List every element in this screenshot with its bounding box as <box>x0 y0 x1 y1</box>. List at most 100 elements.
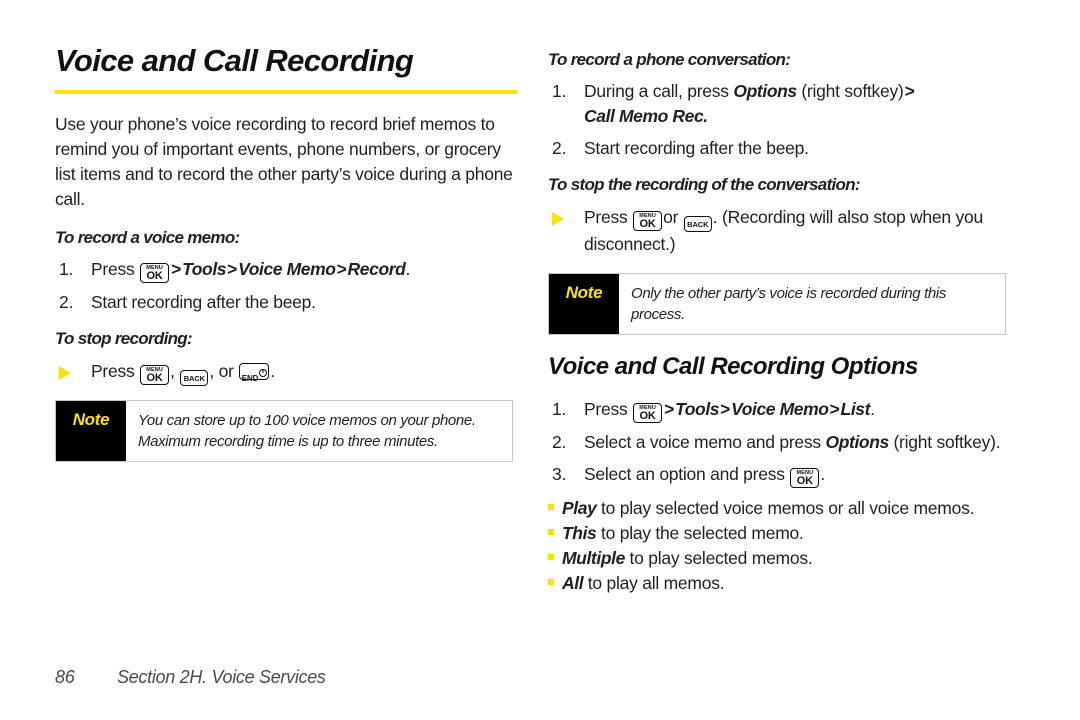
option-description: to play all memos. <box>587 572 725 593</box>
option-bullets-level-3: This to play the selected memo. Multiple… <box>548 521 1018 595</box>
back-key-label: BACK <box>183 373 205 383</box>
step-text-b: (right softkey). <box>893 431 1001 452</box>
step-number: 3. <box>552 463 567 484</box>
list-item: 1. Press MENU OK >Tools>Voice Memo>Record. <box>55 257 525 284</box>
square-bullet-icon <box>548 578 554 585</box>
menu-ok-key-main-label: OK <box>146 270 163 283</box>
note-text: Only the other party’s voice is recorded… <box>631 285 947 324</box>
option-term-all: All <box>562 572 584 593</box>
list-item: 1. During a call, press Options (right so… <box>548 79 1018 129</box>
menu-path-voice-memo: Voice Memo <box>238 259 336 280</box>
manual-page: Voice and Call Recording Use your phone’… <box>0 0 1080 720</box>
bullet-text-prefix: Press <box>584 206 628 227</box>
list-item: Press MENU OK or BACK. (Recording will als… <box>548 205 1018 258</box>
note-box: Note You can store up to 100 voice memos… <box>55 400 513 463</box>
list-item: This to play the selected memo. <box>548 521 1018 545</box>
triangle-bullet-icon <box>59 365 71 380</box>
menu-path-call-memo-rec: Call Memo Rec. <box>584 106 708 127</box>
back-key-label: BACK <box>687 219 709 229</box>
menu-ok-key-main-label: OK <box>796 474 813 487</box>
triangle-bullet-icon <box>552 211 564 226</box>
step-text: Start recording after the beep. <box>584 138 809 159</box>
square-bullet-icon <box>548 503 554 510</box>
menu-path-list: List <box>840 398 871 419</box>
step-text-a: Select an option and press <box>584 463 785 484</box>
page-number: 86 <box>55 667 75 687</box>
softkey-options-label: Options <box>825 431 890 452</box>
menu-path-tools: Tools <box>675 398 720 419</box>
bullet-separator: , or <box>209 360 234 381</box>
menu-ok-key-icon: MENU OK <box>633 402 663 423</box>
subhead-record-phone-conversation: To record a phone conversation: <box>548 50 791 69</box>
menu-ok-key-icon: MENU OK <box>633 210 663 231</box>
end-key-label: END <box>241 373 259 383</box>
menu-ok-key-main-label: OK <box>639 217 656 230</box>
list-item: Press MENU OK, BACK , or END. <box>55 359 525 387</box>
path-arrow-icon: > <box>227 259 238 280</box>
option-description: to play selected voice memos or all voic… <box>601 497 975 518</box>
step-text-a: Select a voice memo and press <box>584 431 821 452</box>
left-column: Voice and Call Recording Use your phone’… <box>55 43 525 476</box>
menu-ok-key-icon: MENU OK <box>140 263 170 284</box>
square-bullet-icon <box>548 528 554 535</box>
step-text-suffix: . <box>405 259 411 280</box>
note-text: You can store up to 100 voice memos on y… <box>138 412 476 451</box>
step-number: 2. <box>59 292 74 313</box>
record-conversation-steps: 1. During a call, press Options (right so… <box>548 79 1018 161</box>
stop-recording-bullet-list: Press MENU OK, BACK , or END. <box>55 359 525 387</box>
power-symbol-icon <box>258 368 267 377</box>
subhead-stop-recording: To stop recording: <box>55 329 193 349</box>
record-voice-memo-steps: 1. Press MENU OK >Tools>Voice Memo>Record. … <box>55 257 525 315</box>
list-item: 2. Start recording after the beep. <box>548 136 1018 161</box>
note-label: Note <box>56 401 126 462</box>
list-item: 2. Select a voice memo and press Options … <box>548 430 1018 455</box>
list-item: 2. Start recording after the beep. <box>55 290 525 315</box>
option-term-this: This <box>562 522 597 543</box>
path-arrow-icon: > <box>829 398 840 419</box>
step-text-prefix: Press <box>91 259 135 280</box>
menu-path-tools: Tools <box>182 259 227 280</box>
list-item: All to play all memos. <box>548 571 1018 595</box>
option-term-play: Play <box>562 497 597 518</box>
stop-conversation-bullet-list: Press MENU OK or BACK. (Recording will als… <box>548 205 1018 258</box>
page-footer: 86 Section 2H. Voice Services <box>55 667 326 688</box>
step-text-b: (right softkey) <box>801 81 904 102</box>
subhead-stop-recording-conversation: To stop the recording of the conversatio… <box>548 175 861 195</box>
list-item: Play to play selected voice memos or all… <box>548 496 1018 520</box>
end-key-icon: END <box>239 362 270 383</box>
title-underline-rule <box>55 90 517 95</box>
menu-path-record: Record <box>347 259 406 280</box>
step-number: 2. <box>552 138 567 159</box>
page-title: Voice and Call Recording <box>55 43 414 78</box>
softkey-options-label: Options <box>733 81 797 102</box>
step-text-a: During a call, press <box>584 81 729 102</box>
step-text: Start recording after the beep. <box>91 292 316 313</box>
list-item: Multiple to play selected memos. <box>548 546 1018 570</box>
path-arrow-icon: > <box>336 259 347 280</box>
option-description: to play selected memos. <box>629 547 813 568</box>
right-column: To record a phone conversation: 1. During… <box>548 50 1018 596</box>
menu-ok-key-main-label: OK <box>639 409 656 422</box>
step-text-suffix: . <box>870 398 875 419</box>
step-text-b: . <box>820 463 825 484</box>
bullet-separator: , <box>170 360 175 381</box>
square-bullet-icon <box>548 553 554 560</box>
bullet-text-prefix: Press <box>91 360 135 381</box>
menu-ok-key-icon: MENU OK <box>790 467 820 488</box>
step-text-prefix: Press <box>584 398 628 419</box>
step-number: 1. <box>552 398 567 419</box>
step-number: 1. <box>59 259 74 280</box>
option-description: to play the selected memo. <box>601 522 804 543</box>
back-key-icon: BACK <box>180 370 209 387</box>
subhead-record-voice-memo: To record a voice memo: <box>55 228 240 248</box>
path-arrow-icon: > <box>664 398 675 419</box>
path-arrow-icon: > <box>904 81 915 102</box>
menu-ok-key-main-label: OK <box>146 371 163 384</box>
back-key-icon: BACK <box>683 216 712 233</box>
path-arrow-icon: > <box>171 259 182 280</box>
step-number: 2. <box>552 431 567 452</box>
list-item: 1. Press MENU OK >Tools>Voice Memo>List. <box>548 397 1018 423</box>
note-label: Note <box>549 274 619 335</box>
list-item: 3. Select an option and press MENU OK. <box>548 462 1018 488</box>
footer-section-label: Section 2H. Voice Services <box>117 667 326 687</box>
